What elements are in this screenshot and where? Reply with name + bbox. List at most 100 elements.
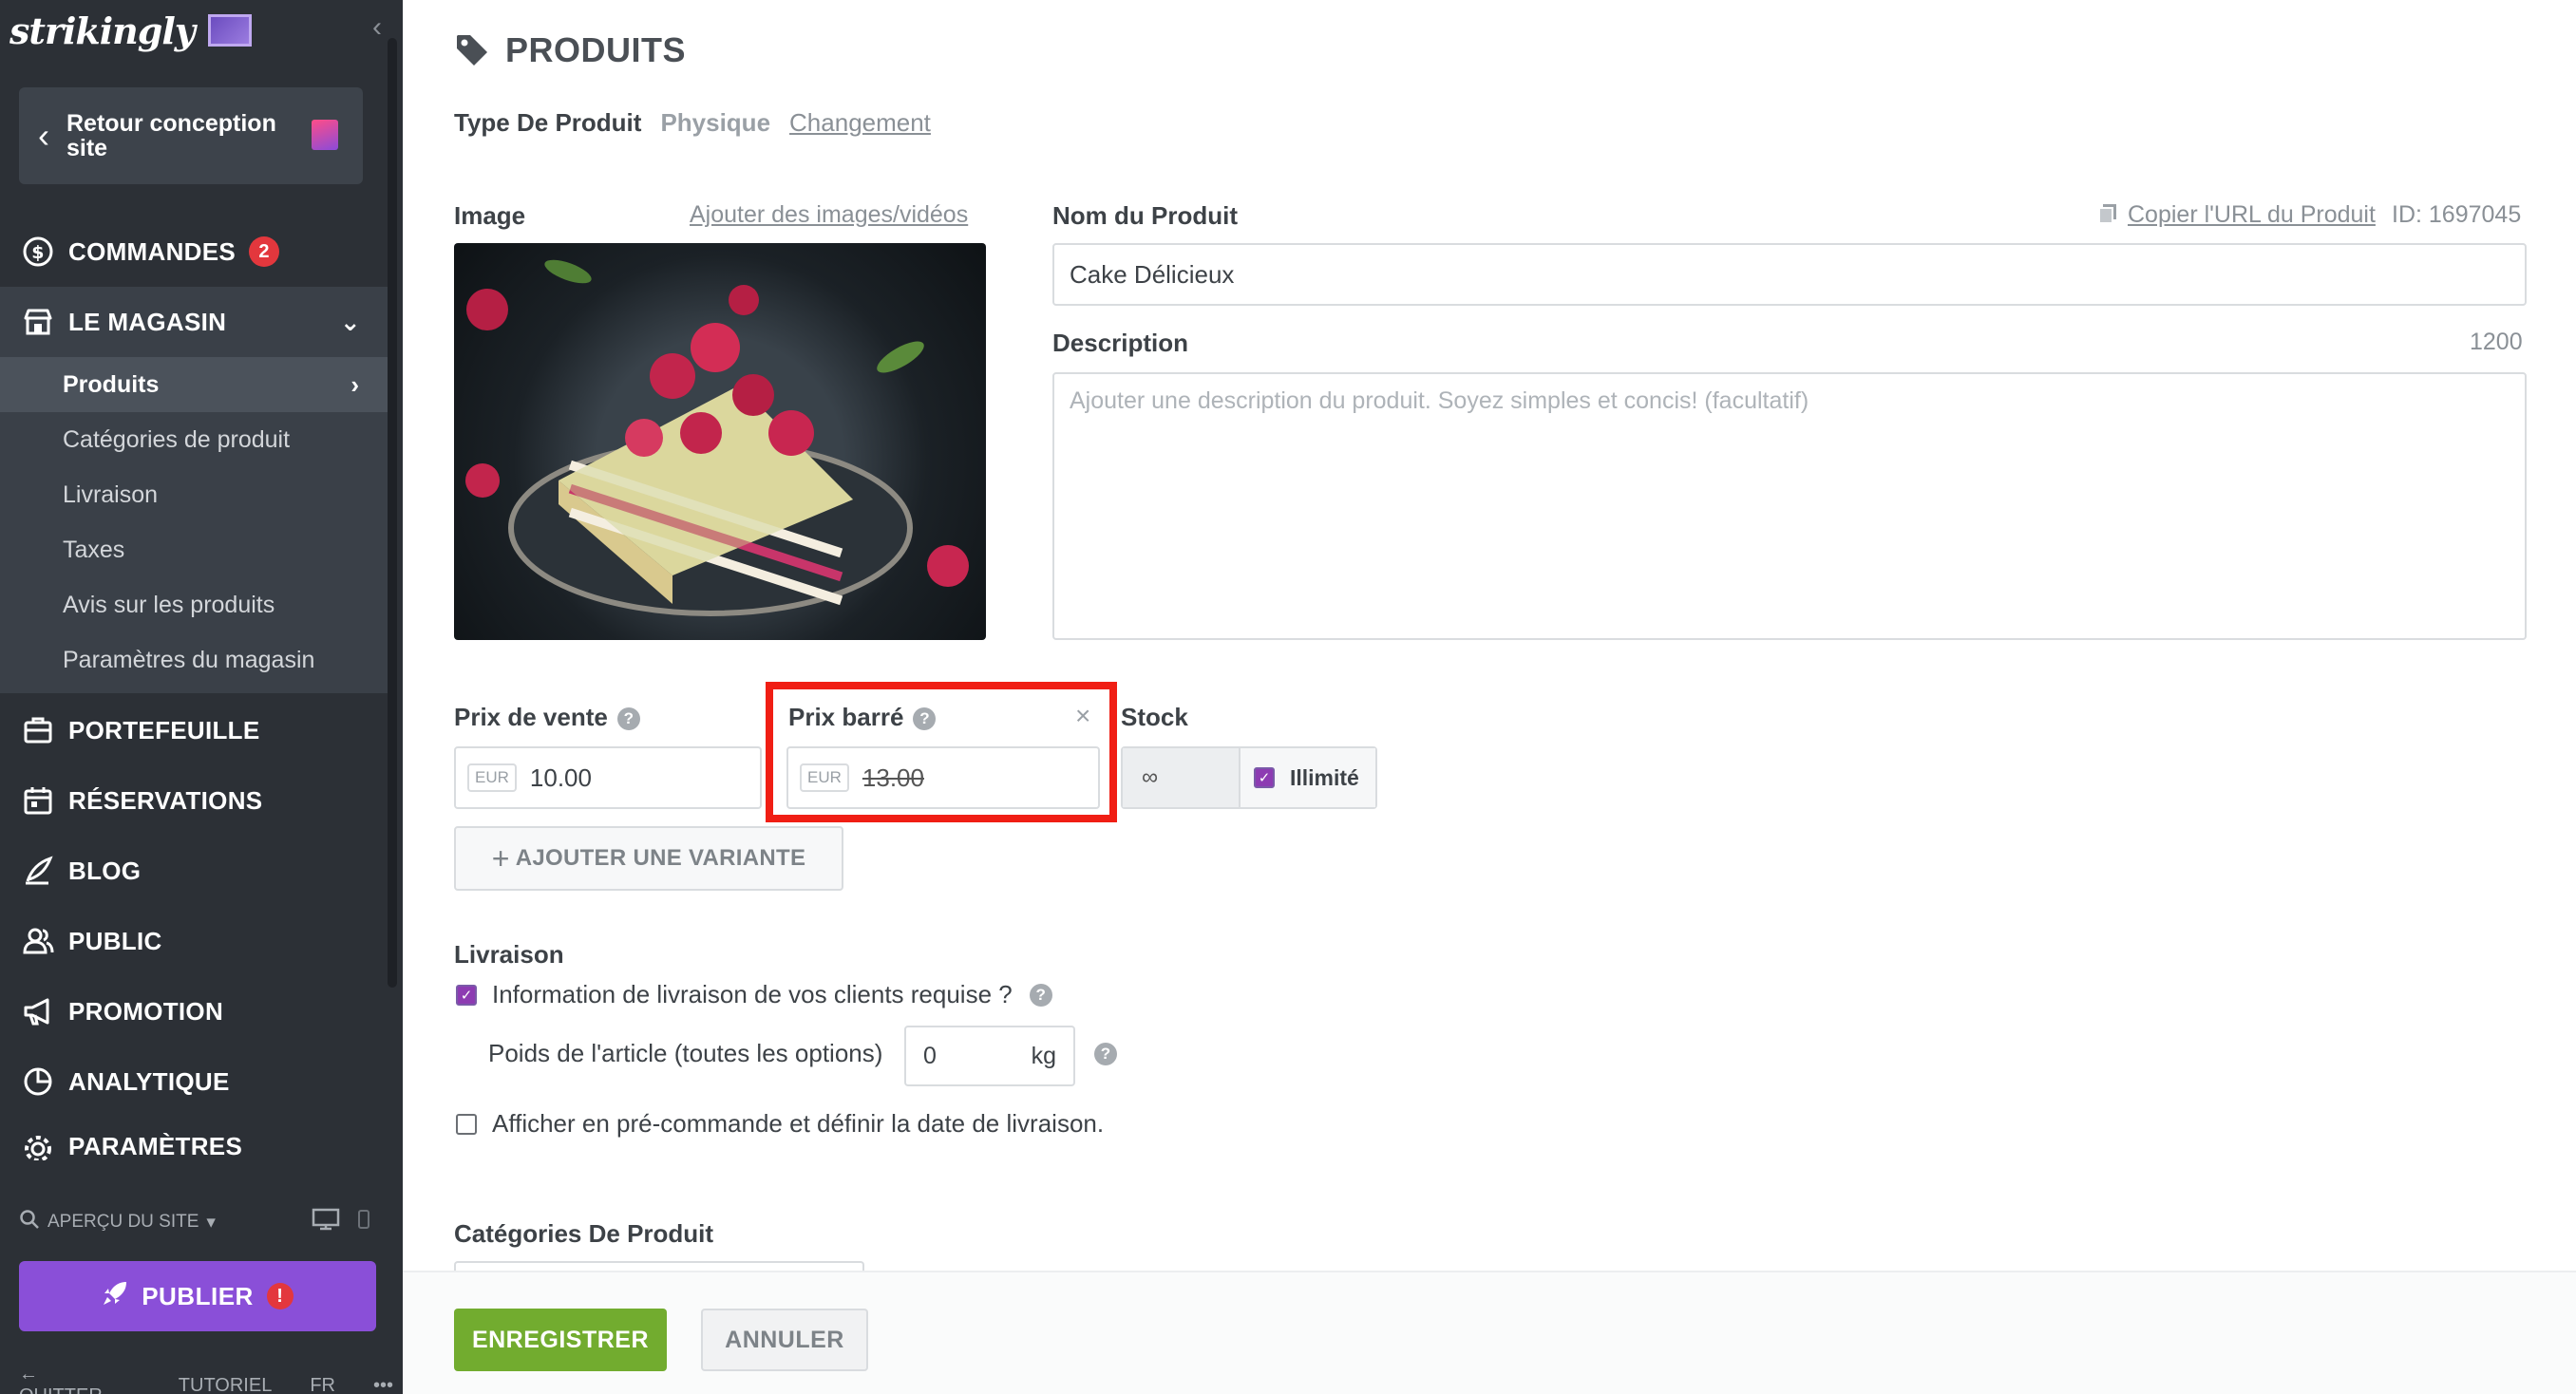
nav-portfolio[interactable]: PORTEFEUILLE bbox=[0, 695, 388, 765]
description-textarea[interactable]: Ajouter une description du produit. Soye… bbox=[1052, 372, 2527, 640]
tag-icon bbox=[454, 32, 490, 68]
dollar-circle-icon: $ bbox=[21, 235, 55, 269]
site-thumbnail-icon bbox=[207, 14, 252, 47]
sidebar: strikingly ‹ ‹ Retour conception site $ … bbox=[0, 0, 403, 1394]
gear-icon bbox=[21, 1132, 55, 1160]
product-type-row: Type De Produit Physique Changement bbox=[454, 108, 931, 138]
product-image[interactable] bbox=[454, 243, 986, 640]
help-icon[interactable]: ? bbox=[1094, 1043, 1117, 1065]
add-media-link[interactable]: Ajouter des images/vidéos bbox=[690, 201, 968, 229]
portfolio-icon bbox=[21, 713, 55, 747]
sale-price-input[interactable]: EUR 10.00 bbox=[454, 746, 762, 809]
stock-label: Stock bbox=[1121, 703, 1188, 731]
quill-icon bbox=[21, 854, 55, 888]
site-preview-button[interactable]: APERÇU DU SITE bbox=[47, 1212, 199, 1233]
publish-alert-badge: ! bbox=[266, 1283, 294, 1309]
submenu-taxes[interactable]: Taxes bbox=[0, 522, 388, 577]
submenu-products[interactable]: Produits › bbox=[0, 357, 388, 412]
currency-tag: EUR bbox=[800, 763, 849, 792]
nav-reservations[interactable]: RÉSERVATIONS bbox=[0, 765, 388, 836]
product-editor: PRODUITS Type De Produit Physique Change… bbox=[403, 0, 2576, 1394]
site-preview-row: APERÇU DU SITE ▾ bbox=[19, 1208, 370, 1236]
weight-unit: kg bbox=[1031, 1042, 1056, 1069]
shipping-label: Livraison bbox=[454, 940, 564, 969]
nav-settings-clip: PARAMÈTRES bbox=[0, 1117, 388, 1160]
product-id: ID: 1697045 bbox=[2392, 201, 2522, 228]
publish-button[interactable]: PUBLIER ! bbox=[19, 1261, 376, 1331]
product-name-label: Nom du Produit bbox=[1052, 201, 1238, 230]
page-title: PRODUITS bbox=[505, 30, 687, 69]
stock-input[interactable]: ∞ bbox=[1123, 748, 1241, 807]
chevron-right-icon: › bbox=[350, 369, 359, 399]
shipping-info-checkbox[interactable]: ✓ bbox=[456, 984, 477, 1006]
nav-analytics[interactable]: ANALYTIQUE bbox=[0, 1046, 388, 1117]
mobile-icon[interactable] bbox=[357, 1209, 370, 1235]
page-header: PRODUITS bbox=[454, 30, 686, 70]
submenu-product-reviews[interactable]: Avis sur les produits bbox=[0, 577, 388, 632]
collapse-sidebar-icon[interactable]: ‹ bbox=[372, 11, 382, 44]
cancel-button[interactable]: ANNULER bbox=[701, 1309, 868, 1371]
rocket-icon bbox=[102, 1280, 128, 1313]
megaphone-icon bbox=[21, 994, 55, 1028]
svg-text:$: $ bbox=[31, 242, 45, 263]
store-icon bbox=[21, 305, 55, 339]
strike-price-input[interactable]: EUR 13.00 bbox=[786, 746, 1100, 809]
store-submenu: Produits › Catégories de produit Livrais… bbox=[0, 357, 388, 693]
copy-icon bbox=[2098, 204, 2116, 224]
pie-chart-icon bbox=[21, 1064, 55, 1099]
product-type-value: Physique bbox=[660, 108, 771, 137]
quit-link[interactable]: ← QUITTER bbox=[19, 1364, 141, 1394]
submenu-shipping[interactable]: Livraison bbox=[0, 467, 388, 522]
help-icon[interactable]: ? bbox=[1029, 983, 1052, 1007]
help-icon[interactable]: ? bbox=[616, 707, 640, 731]
change-product-type-link[interactable]: Changement bbox=[789, 108, 931, 138]
copy-product-url-link[interactable]: Copier l'URL du Produit bbox=[2097, 201, 2376, 229]
image-label: Image bbox=[454, 201, 526, 230]
stock-field: ∞ ✓ Illimité bbox=[1121, 746, 1377, 809]
nav-settings[interactable]: PARAMÈTRES bbox=[0, 1117, 388, 1160]
product-name-input[interactable]: Cake Délicieux bbox=[1052, 243, 2527, 306]
nav-orders[interactable]: $ COMMANDES 2 bbox=[0, 217, 388, 287]
sidebar-scrollbar[interactable] bbox=[388, 38, 397, 988]
preorder-row: Afficher en pré-commande et définir la d… bbox=[456, 1109, 1104, 1139]
submenu-product-categories[interactable]: Catégories de produit bbox=[0, 412, 388, 467]
shipping-info-row: ✓ Information de livraison de vos client… bbox=[456, 980, 1052, 1009]
preorder-checkbox[interactable] bbox=[456, 1113, 477, 1135]
nav-promotion[interactable]: PROMOTION bbox=[0, 976, 388, 1046]
nav-blog[interactable]: BLOG bbox=[0, 836, 388, 906]
sidebar-footer: ← QUITTER TUTORIEL FR ••• bbox=[19, 1364, 393, 1394]
chevron-left-icon: ‹ bbox=[38, 116, 49, 155]
currency-tag: EUR bbox=[467, 763, 517, 792]
editor-footer: ENREGISTRER ANNULER bbox=[403, 1271, 2576, 1394]
orders-count-badge: 2 bbox=[249, 236, 280, 267]
people-icon bbox=[21, 924, 55, 958]
add-variant-button[interactable]: + AJOUTER UNE VARIANTE bbox=[454, 826, 843, 891]
caret-down-icon: ▾ bbox=[206, 1212, 216, 1233]
remove-strike-price-icon[interactable]: × bbox=[1075, 701, 1090, 731]
site-editor-icon bbox=[312, 120, 338, 150]
nav-audience[interactable]: PUBLIC bbox=[0, 906, 388, 976]
submenu-store-settings[interactable]: Paramètres du magasin bbox=[0, 632, 388, 688]
description-label: Description bbox=[1052, 329, 1189, 357]
search-icon bbox=[19, 1209, 40, 1235]
nav-store[interactable]: LE MAGASIN ⌄ bbox=[0, 287, 388, 357]
chevron-down-icon: ⌄ bbox=[339, 307, 361, 336]
weight-input[interactable]: 0 kg bbox=[904, 1026, 1075, 1086]
unlimited-stock-toggle[interactable]: ✓ Illimité bbox=[1241, 748, 1375, 807]
calendar-icon bbox=[21, 783, 55, 818]
language-selector[interactable]: FR bbox=[310, 1375, 335, 1394]
help-icon[interactable]: ? bbox=[913, 707, 937, 731]
checkbox-checked-icon: ✓ bbox=[1254, 767, 1275, 788]
cake-photo bbox=[465, 259, 969, 616]
strike-price-label: Prix barré? bbox=[788, 703, 937, 732]
weight-label: Poids de l'article (toutes les options) bbox=[488, 1039, 883, 1067]
more-options-icon[interactable]: ••• bbox=[373, 1375, 393, 1394]
save-button[interactable]: ENREGISTRER bbox=[454, 1309, 667, 1371]
desktop-icon[interactable] bbox=[312, 1208, 340, 1236]
tutorial-link[interactable]: TUTORIEL bbox=[179, 1375, 273, 1394]
plus-icon: + bbox=[491, 840, 510, 876]
back-to-site-design-button[interactable]: ‹ Retour conception site bbox=[19, 87, 363, 184]
logo[interactable]: strikingly bbox=[9, 4, 252, 57]
categories-label: Catégories De Produit bbox=[454, 1219, 714, 1248]
description-char-count: 1200 bbox=[2470, 329, 2523, 355]
